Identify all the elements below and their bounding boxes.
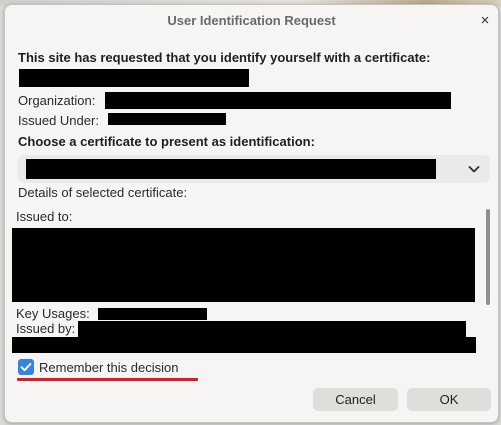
issued-by-label: Issued by: bbox=[16, 321, 76, 336]
choose-heading: Choose a certificate to present as ident… bbox=[18, 134, 315, 149]
close-icon[interactable]: × bbox=[476, 12, 494, 30]
issued-by-value-redacted-2 bbox=[12, 337, 476, 353]
remember-label[interactable]: Remember this decision bbox=[39, 360, 178, 375]
key-usages-value-redacted bbox=[98, 308, 207, 320]
requesting-site-redacted bbox=[19, 69, 249, 87]
intro-heading: This site has requested that you identif… bbox=[18, 50, 431, 65]
organization-value-redacted bbox=[105, 92, 451, 109]
dialog-titlebar: User Identification Request × bbox=[5, 5, 498, 37]
details-label: Details of selected certificate: bbox=[18, 185, 188, 200]
certificate-select[interactable] bbox=[18, 155, 490, 183]
cancel-button[interactable]: Cancel bbox=[313, 388, 398, 411]
issued-by-value-redacted bbox=[78, 321, 466, 337]
dialog-title: User Identification Request bbox=[167, 13, 336, 28]
organization-label: Organization: bbox=[18, 93, 96, 108]
remember-highlight-underline bbox=[17, 378, 198, 381]
issued-to-value-redacted bbox=[12, 228, 475, 302]
chevron-down-icon bbox=[468, 166, 480, 173]
key-usages-label: Key Usages: bbox=[16, 306, 90, 321]
certificate-dialog: User Identification Request × This site … bbox=[4, 4, 499, 423]
certificate-details[interactable]: Issued to: Key Usages: Issued by: bbox=[9, 205, 493, 355]
remember-checkbox[interactable] bbox=[18, 359, 34, 375]
issued-under-value-redacted bbox=[108, 113, 226, 125]
certificate-select-value-redacted bbox=[26, 159, 436, 179]
issued-to-label: Issued to: bbox=[16, 209, 73, 224]
details-scrollbar[interactable] bbox=[486, 209, 490, 305]
ok-button[interactable]: OK bbox=[407, 388, 491, 411]
issued-under-label: Issued Under: bbox=[18, 113, 99, 128]
checkmark-icon bbox=[20, 363, 32, 372]
